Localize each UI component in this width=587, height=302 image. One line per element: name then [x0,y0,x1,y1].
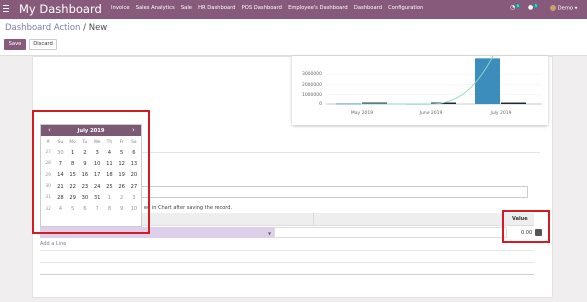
menu-item-sale[interactable]: Sale [181,5,192,11]
x-tick-label: June 2019 [419,110,443,116]
row-divider [40,262,534,263]
menu-item-sales-analytics[interactable]: Sales Analytics [136,5,175,11]
control-panel: Dashboard Action / New Save Discard [0,19,587,56]
app-brand[interactable]: My Dashboard [19,2,102,16]
annotation-box-value [502,210,550,243]
annotation-box-datepicker [32,110,150,234]
chart-note: ed in Chart after saving the record. [144,205,233,211]
bar [501,102,526,104]
save-button[interactable]: Save [4,39,26,50]
message-count-badge: 5 [533,4,539,8]
breadcrumb-current: New [88,23,108,33]
chevron-down-icon: ▾ [574,5,578,12]
y-tick-label: 0 [319,101,322,107]
discard-button[interactable]: Discard [29,39,57,50]
menu-item-dashboard[interactable]: Dashboard [354,5,382,11]
menu-item-configuration[interactable]: Configuration [388,5,423,11]
activity-button[interactable]: ◔ 5 [510,4,521,11]
row-field[interactable] [274,227,507,238]
y-tick-label: 3000000 [302,71,322,77]
y-tick-label: 1000000 [302,92,322,98]
activity-count-badge: 5 [515,4,521,8]
row-divider [40,274,534,275]
user-menu[interactable]: Demo ▾ [550,5,577,12]
menu-item-employees-dashboard[interactable]: Employee's Dashboard [288,5,348,11]
main-menu: Invoice Sales Analytics Sale HR Dashboar… [111,5,428,11]
column-divider [313,213,314,226]
y-tick-label: 2000000 [302,82,322,88]
avatar [550,5,556,11]
chevron-down-icon[interactable]: ▼ [268,231,271,236]
user-name: Demo [557,5,574,12]
menu-item-hr-dashboard[interactable]: HR Dashboard [198,5,235,11]
x-tick-label: May 2019 [351,110,373,116]
menu-item-invoice[interactable]: Invoice [111,5,130,11]
x-tick-label: July 2019 [490,110,512,116]
breadcrumb: Dashboard Action / New [5,23,107,33]
bar [336,103,361,105]
apps-menu-icon[interactable] [3,5,10,13]
top-navbar: My Dashboard Invoice Sales Analytics Sal… [0,0,587,19]
trend-line [362,56,494,105]
row-divider [40,250,534,251]
breadcrumb-separator: / [80,23,89,33]
menu-item-pos-dashboard[interactable]: POS Dashboard [242,5,282,11]
chart-svg: 3000000 2000000 1000000 0 May 2019 June … [302,56,542,116]
add-line-link[interactable]: Add a Line [40,241,66,247]
breadcrumb-parent[interactable]: Dashboard Action [5,23,80,33]
chart-preview: 3000000 2000000 1000000 0 May 2019 June … [292,56,548,125]
messages-button[interactable]: ● 5 [528,4,539,11]
